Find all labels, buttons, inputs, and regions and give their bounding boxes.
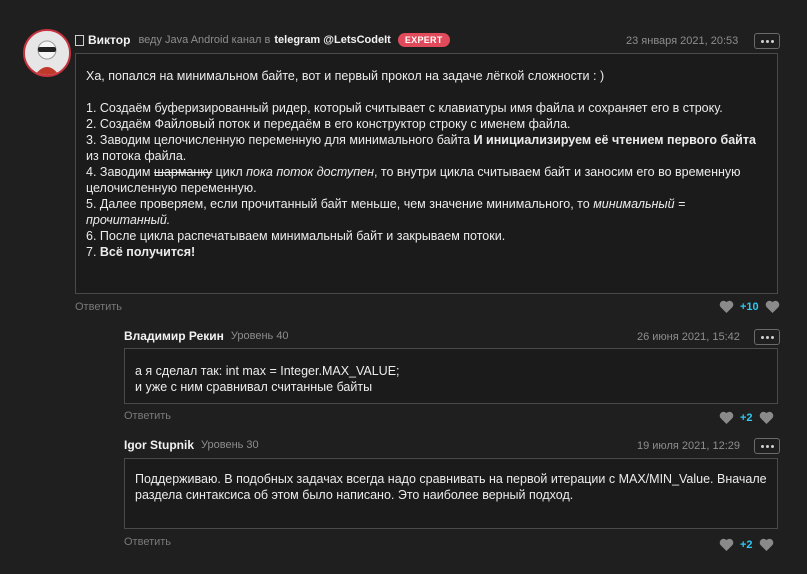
author-level: Уровень 40 bbox=[230, 330, 289, 342]
vote-control: +10 bbox=[719, 300, 780, 313]
heart-icon[interactable] bbox=[719, 411, 734, 424]
step-6: 6. После цикла распечатываем минимальный… bbox=[86, 229, 506, 243]
comment-intro: Ха, попался на минимальном байте, вот и … bbox=[86, 69, 605, 83]
heart-broken-icon[interactable] bbox=[765, 300, 780, 313]
telegram-link[interactable]: telegram @LetsCodeIt bbox=[274, 34, 390, 46]
step-2: 2. Создаём Файловый поток и передаём в е… bbox=[86, 117, 571, 131]
heart-icon[interactable] bbox=[719, 538, 734, 551]
reply-date: 26 июня 2021, 15:42 bbox=[637, 331, 740, 343]
heart-broken-icon[interactable] bbox=[759, 411, 774, 424]
author-name[interactable]: Виктор bbox=[88, 33, 130, 47]
vote-score: +2 bbox=[740, 538, 753, 551]
vote-score: +2 bbox=[740, 411, 753, 424]
more-dots-icon bbox=[760, 335, 764, 339]
reply-link[interactable]: Ответить bbox=[75, 301, 122, 313]
reply-line: и уже с ним сравнивал считанные байты bbox=[135, 380, 373, 394]
reply-link[interactable]: Ответить bbox=[124, 410, 171, 422]
step-1: 1. Создаём буферизированный ридер, котор… bbox=[86, 101, 723, 115]
vote-control: +2 bbox=[719, 538, 774, 551]
more-options-button[interactable] bbox=[754, 438, 780, 454]
comment-body: Ха, попался на минимальном байте, вот и … bbox=[75, 53, 778, 294]
heart-icon[interactable] bbox=[719, 300, 734, 313]
reply-body: а я сделал так: int max = Integer.MAX_VA… bbox=[124, 348, 778, 404]
step-3: 3. Заводим целочисленную переменную для … bbox=[86, 133, 756, 163]
reply-text: Поддерживаю. В подобных задачах всегда н… bbox=[135, 472, 767, 502]
reply-link[interactable]: Ответить bbox=[124, 536, 171, 548]
author-name[interactable]: Владимир Рекин bbox=[124, 329, 224, 343]
comment-date: 23 января 2021, 20:53 bbox=[626, 35, 739, 47]
step-4: 4. Заводим шарманку цикл пока поток дост… bbox=[86, 165, 741, 195]
step-7: 7. Всё получится! bbox=[86, 245, 196, 259]
vote-control: +2 bbox=[719, 411, 774, 424]
reply-date: 19 июля 2021, 12:29 bbox=[637, 440, 740, 452]
step-5: 5. Далее проверяем, если прочитанный бай… bbox=[86, 197, 686, 227]
reply-meta: Владимир Рекин Уровень 40 bbox=[124, 329, 289, 343]
more-dots-icon bbox=[760, 39, 764, 43]
reply-body: Поддерживаю. В подобных задачах всегда н… bbox=[124, 458, 778, 529]
author-name[interactable]: Igor Stupnik bbox=[124, 438, 194, 452]
author-level: Уровень 30 bbox=[201, 439, 259, 451]
more-options-button[interactable] bbox=[754, 329, 780, 345]
comment-meta: Виктор веду Java Android канал в telegra… bbox=[75, 33, 450, 47]
vote-score: +10 bbox=[740, 300, 759, 313]
more-dots-icon bbox=[760, 444, 764, 448]
reply-meta: Igor Stupnik Уровень 30 bbox=[124, 438, 259, 452]
document-icon bbox=[75, 34, 84, 46]
heart-broken-icon[interactable] bbox=[759, 538, 774, 551]
more-options-button[interactable] bbox=[754, 33, 780, 49]
avatar[interactable] bbox=[23, 29, 71, 77]
expert-badge: EXPERT bbox=[397, 33, 450, 47]
reply-line: а я сделал так: int max = Integer.MAX_VA… bbox=[135, 364, 400, 378]
author-tagline: веду Java Android канал в bbox=[138, 34, 271, 46]
